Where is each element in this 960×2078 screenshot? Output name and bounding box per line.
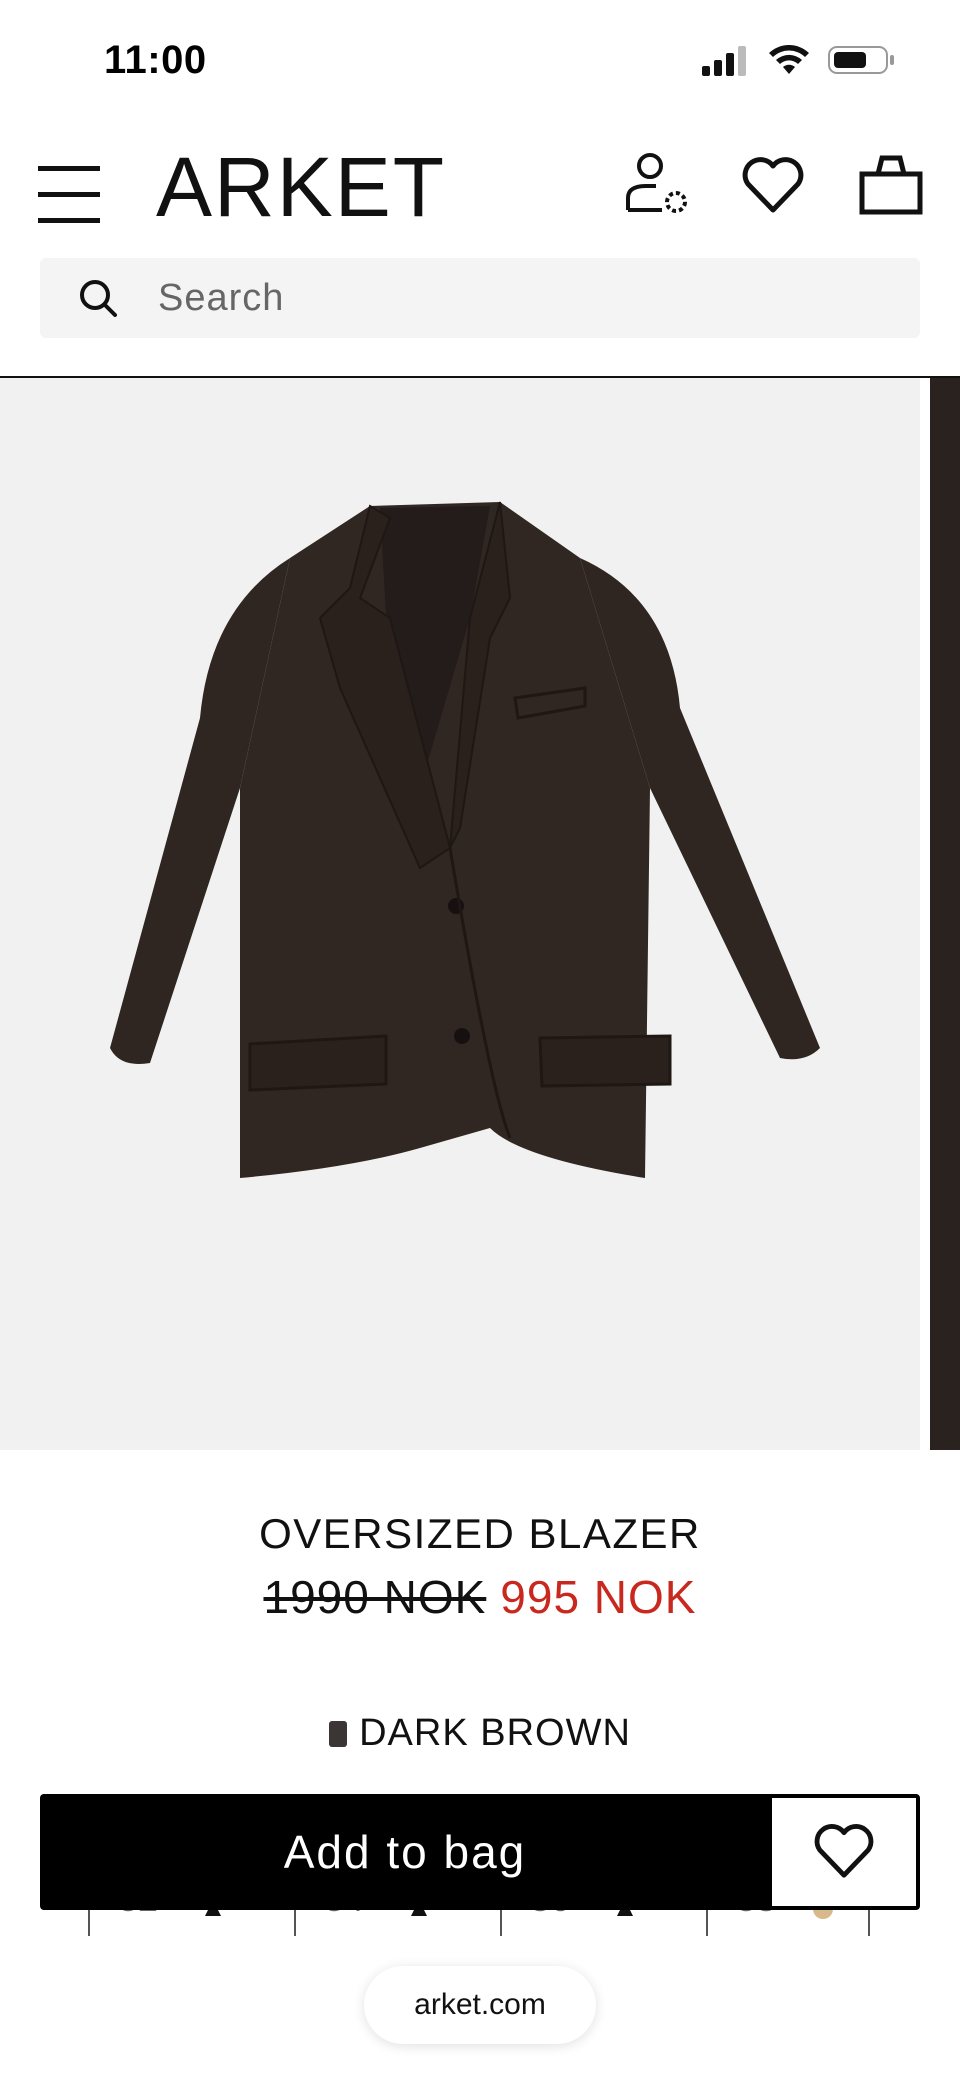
- add-to-bag-button[interactable]: Add to bag: [40, 1794, 770, 1910]
- battery-icon: [828, 46, 894, 74]
- price-row: 1990 NOK 995 NOK: [0, 1570, 960, 1624]
- add-to-wishlist-button[interactable]: [768, 1794, 920, 1910]
- menu-icon[interactable]: [38, 152, 100, 223]
- blazer-illustration: [110, 501, 820, 1178]
- color-selector[interactable]: DARK BROWN: [0, 1712, 960, 1755]
- shopping-bag-icon[interactable]: [858, 152, 924, 218]
- product-image[interactable]: [0, 378, 920, 1450]
- signal-icon: [702, 46, 746, 76]
- site-header: ARKET: [0, 140, 960, 250]
- status-bar: 11:00: [0, 0, 960, 120]
- search-input[interactable]: [158, 258, 898, 338]
- status-icons: [702, 44, 896, 76]
- browser-url-pill[interactable]: arket.com: [364, 1966, 596, 2044]
- product-image-carousel[interactable]: [0, 378, 960, 1450]
- wifi-icon: [769, 45, 809, 74]
- color-swatch: [329, 1720, 348, 1747]
- color-name: DARK BROWN: [359, 1712, 631, 1754]
- status-time: 11:00: [104, 38, 207, 82]
- account-icon[interactable]: [622, 152, 688, 218]
- heart-icon: [814, 1824, 874, 1878]
- product-title: OVERSIZED BLAZER: [259, 1510, 701, 1557]
- search-icon: [80, 280, 117, 317]
- sale-price: 995 NOK: [500, 1571, 697, 1623]
- original-price: 1990 NOK: [263, 1571, 487, 1623]
- brand-logo[interactable]: ARKET: [156, 142, 446, 232]
- search-bar[interactable]: [40, 258, 920, 338]
- heart-icon[interactable]: [740, 152, 806, 218]
- next-image-peek[interactable]: [930, 378, 960, 1450]
